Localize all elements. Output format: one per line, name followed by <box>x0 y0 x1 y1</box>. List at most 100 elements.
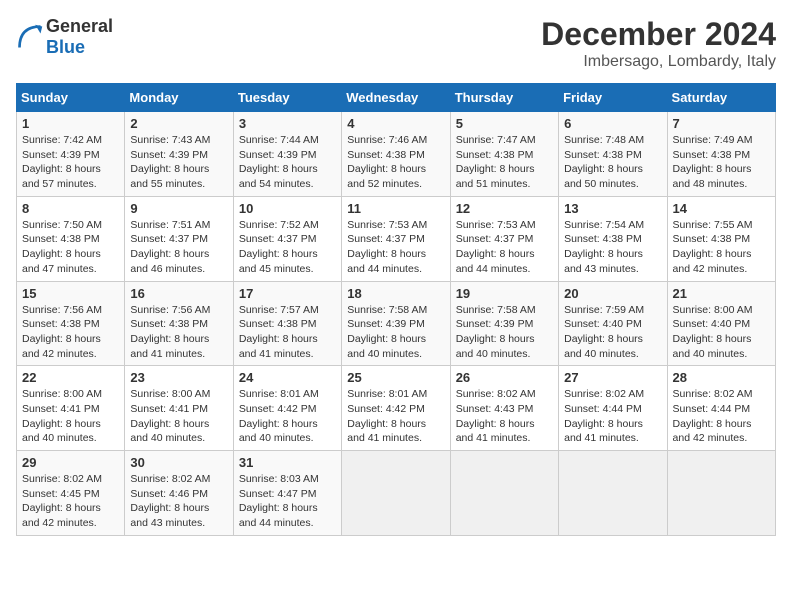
calendar-header-row: SundayMondayTuesdayWednesdayThursdayFrid… <box>17 84 776 112</box>
calendar-day-cell: 11 Sunrise: 7:53 AMSunset: 4:37 PMDayligh… <box>342 196 450 281</box>
day-number: 4 <box>347 116 444 131</box>
calendar-day-cell <box>559 451 667 536</box>
day-number: 9 <box>130 201 227 216</box>
weekday-header: Friday <box>559 84 667 112</box>
page-header: General Blue December 2024 Imbersago, Lo… <box>16 16 776 71</box>
day-number: 8 <box>22 201 119 216</box>
day-number: 24 <box>239 370 336 385</box>
weekday-header: Wednesday <box>342 84 450 112</box>
day-info: Sunrise: 8:02 AMSunset: 4:44 PMDaylight:… <box>564 387 661 446</box>
day-info: Sunrise: 8:00 AMSunset: 4:41 PMDaylight:… <box>130 387 227 446</box>
calendar-day-cell <box>342 451 450 536</box>
day-info: Sunrise: 7:49 AMSunset: 4:38 PMDaylight:… <box>673 133 770 192</box>
calendar-day-cell: 2Sunrise: 7:43 AMSunset: 4:39 PMDaylight… <box>125 112 233 197</box>
calendar-day-cell <box>667 451 775 536</box>
calendar-day-cell: 12Sunrise: 7:53 AMSunset: 4:37 PMDayligh… <box>450 196 558 281</box>
day-info: Sunrise: 8:00 AMSunset: 4:41 PMDaylight:… <box>22 387 119 446</box>
day-info: Sunrise: 7:50 AMSunset: 4:38 PMDaylight:… <box>22 218 119 277</box>
calendar-day-cell: 30 Sunrise: 8:02 AMSunset: 4:46 PMDayligh… <box>125 451 233 536</box>
day-info: Sunrise: 8:02 AMSunset: 4:46 PMDaylight:… <box>130 472 227 531</box>
day-number: 1 <box>22 116 119 131</box>
calendar-title: December 2024 <box>541 16 776 53</box>
day-info: Sunrise: 8:01 AMSunset: 4:42 PMDaylight:… <box>239 387 336 446</box>
day-info: Sunrise: 8:02 AMSunset: 4:43 PMDaylight:… <box>456 387 553 446</box>
calendar-day-cell: 1 Sunrise: 7:42 AMSunset: 4:39 PMDaylight… <box>17 112 125 197</box>
calendar-day-cell: 6 Sunrise: 7:48 AMSunset: 4:38 PMDaylight… <box>559 112 667 197</box>
calendar-day-cell: 24 Sunrise: 8:01 AMSunset: 4:42 PMDayligh… <box>233 366 341 451</box>
day-number: 20 <box>564 286 661 301</box>
day-number: 14 <box>673 201 770 216</box>
day-number: 28 <box>673 370 770 385</box>
day-number: 17 <box>239 286 336 301</box>
calendar-day-cell: 17 Sunrise: 7:57 AMSunset: 4:38 PMDayligh… <box>233 281 341 366</box>
day-info: Sunrise: 7:56 AMSunset: 4:38 PMDaylight:… <box>22 303 119 362</box>
calendar-day-cell: 8 Sunrise: 7:50 AMSunset: 4:38 PMDaylight… <box>17 196 125 281</box>
weekday-header: Monday <box>125 84 233 112</box>
calendar-day-cell: 21Sunrise: 8:00 AMSunset: 4:40 PMDayligh… <box>667 281 775 366</box>
day-info: Sunrise: 8:03 AMSunset: 4:47 PMDaylight:… <box>239 472 336 531</box>
logo-text-blue: Blue <box>46 37 85 57</box>
calendar-day-cell: 27 Sunrise: 8:02 AMSunset: 4:44 PMDayligh… <box>559 366 667 451</box>
day-number: 23 <box>130 370 227 385</box>
day-number: 19 <box>456 286 553 301</box>
day-info: Sunrise: 7:56 AMSunset: 4:38 PMDaylight:… <box>130 303 227 362</box>
calendar-day-cell: 29 Sunrise: 8:02 AMSunset: 4:45 PMDayligh… <box>17 451 125 536</box>
weekday-header: Sunday <box>17 84 125 112</box>
calendar-day-cell: 16 Sunrise: 7:56 AMSunset: 4:38 PMDayligh… <box>125 281 233 366</box>
day-number: 29 <box>22 455 119 470</box>
calendar-day-cell: 26 Sunrise: 8:02 AMSunset: 4:43 PMDayligh… <box>450 366 558 451</box>
calendar-subtitle: Imbersago, Lombardy, Italy <box>541 53 776 71</box>
logo: General Blue <box>16 16 113 58</box>
day-number: 11 <box>347 201 444 216</box>
calendar-day-cell: 22 Sunrise: 8:00 AMSunset: 4:41 PMDayligh… <box>17 366 125 451</box>
day-info: Sunrise: 7:53 AMSunset: 4:37 PMDaylight:… <box>347 218 444 277</box>
day-info: Sunrise: 7:55 AMSunset: 4:38 PMDaylight:… <box>673 218 770 277</box>
day-info: Sunrise: 7:44 AMSunset: 4:39 PMDaylight:… <box>239 133 336 192</box>
day-number: 18 <box>347 286 444 301</box>
calendar-day-cell: 18 Sunrise: 7:58 AMSunset: 4:39 PMDayligh… <box>342 281 450 366</box>
day-info: Sunrise: 7:47 AMSunset: 4:38 PMDaylight:… <box>456 133 553 192</box>
day-number: 26 <box>456 370 553 385</box>
calendar-day-cell: 4 Sunrise: 7:46 AMSunset: 4:38 PMDaylight… <box>342 112 450 197</box>
logo-text-general: General <box>46 16 113 36</box>
calendar-day-cell: 9Sunrise: 7:51 AMSunset: 4:37 PMDaylight… <box>125 196 233 281</box>
calendar-week-row: 22 Sunrise: 8:00 AMSunset: 4:41 PMDayligh… <box>17 366 776 451</box>
calendar-week-row: 29 Sunrise: 8:02 AMSunset: 4:45 PMDayligh… <box>17 451 776 536</box>
day-number: 30 <box>130 455 227 470</box>
day-number: 31 <box>239 455 336 470</box>
day-number: 13 <box>564 201 661 216</box>
calendar-day-cell: 13Sunrise: 7:54 AMSunset: 4:38 PMDayligh… <box>559 196 667 281</box>
day-number: 25 <box>347 370 444 385</box>
day-number: 6 <box>564 116 661 131</box>
calendar-day-cell <box>450 451 558 536</box>
day-info: Sunrise: 7:46 AMSunset: 4:38 PMDaylight:… <box>347 133 444 192</box>
day-number: 15 <box>22 286 119 301</box>
calendar-day-cell: 5 Sunrise: 7:47 AMSunset: 4:38 PMDaylight… <box>450 112 558 197</box>
calendar-day-cell: 7Sunrise: 7:49 AMSunset: 4:38 PMDaylight… <box>667 112 775 197</box>
day-info: Sunrise: 7:53 AMSunset: 4:37 PMDaylight:… <box>456 218 553 277</box>
day-number: 10 <box>239 201 336 216</box>
calendar-table: SundayMondayTuesdayWednesdayThursdayFrid… <box>16 83 776 536</box>
day-info: Sunrise: 7:59 AMSunset: 4:40 PMDaylight:… <box>564 303 661 362</box>
logo-icon <box>16 23 44 51</box>
calendar-day-cell: 23 Sunrise: 8:00 AMSunset: 4:41 PMDayligh… <box>125 366 233 451</box>
day-number: 5 <box>456 116 553 131</box>
day-info: Sunrise: 8:02 AMSunset: 4:45 PMDaylight:… <box>22 472 119 531</box>
day-number: 27 <box>564 370 661 385</box>
day-info: Sunrise: 7:48 AMSunset: 4:38 PMDaylight:… <box>564 133 661 192</box>
calendar-week-row: 8 Sunrise: 7:50 AMSunset: 4:38 PMDaylight… <box>17 196 776 281</box>
calendar-day-cell: 25Sunrise: 8:01 AMSunset: 4:42 PMDayligh… <box>342 366 450 451</box>
day-info: Sunrise: 7:42 AMSunset: 4:39 PMDaylight:… <box>22 133 119 192</box>
weekday-header: Thursday <box>450 84 558 112</box>
day-number: 2 <box>130 116 227 131</box>
calendar-day-cell: 20 Sunrise: 7:59 AMSunset: 4:40 PMDayligh… <box>559 281 667 366</box>
calendar-week-row: 1 Sunrise: 7:42 AMSunset: 4:39 PMDaylight… <box>17 112 776 197</box>
day-info: Sunrise: 7:57 AMSunset: 4:38 PMDaylight:… <box>239 303 336 362</box>
title-block: December 2024 Imbersago, Lombardy, Italy <box>541 16 776 71</box>
day-number: 16 <box>130 286 227 301</box>
day-info: Sunrise: 7:58 AMSunset: 4:39 PMDaylight:… <box>347 303 444 362</box>
calendar-day-cell: 31 Sunrise: 8:03 AMSunset: 4:47 PMDayligh… <box>233 451 341 536</box>
weekday-header: Saturday <box>667 84 775 112</box>
day-number: 22 <box>22 370 119 385</box>
calendar-day-cell: 15 Sunrise: 7:56 AMSunset: 4:38 PMDayligh… <box>17 281 125 366</box>
